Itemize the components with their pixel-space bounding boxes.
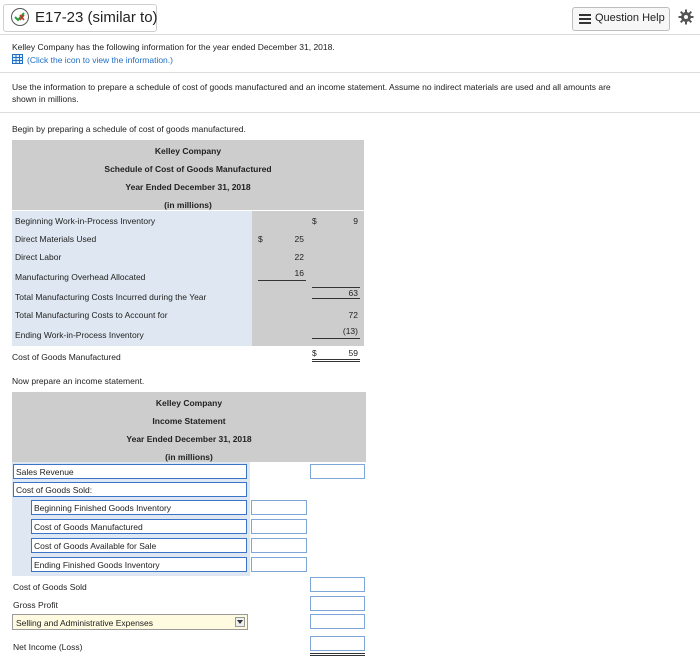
cogm-row-label: Total Manufacturing Costs to Account for bbox=[15, 310, 168, 320]
net-income-label: Net Income (Loss) bbox=[13, 642, 83, 652]
dollar-sign: $ bbox=[312, 216, 317, 226]
intro-text: Kelley Company has the following informa… bbox=[12, 42, 335, 52]
income-header: Kelley Company Income Statement Year End… bbox=[12, 392, 366, 462]
instructions-line-2: shown in millions. bbox=[12, 94, 79, 104]
sales-revenue-label-field[interactable]: Sales Revenue bbox=[13, 464, 247, 479]
cogs-input[interactable] bbox=[310, 577, 365, 592]
dollar-sign: $ bbox=[258, 234, 263, 244]
section-divider bbox=[0, 72, 700, 73]
end-fg-input[interactable] bbox=[251, 557, 307, 572]
sga-dropdown[interactable]: Selling and Administrative Expenses bbox=[12, 614, 248, 630]
list-icon bbox=[579, 14, 591, 24]
cogm-row-value: 63 bbox=[348, 288, 358, 298]
income-title: Income Statement bbox=[152, 416, 226, 426]
income-company: Kelley Company bbox=[155, 398, 223, 408]
cogm-row-value: 22 bbox=[294, 252, 304, 262]
beg-fg-field[interactable]: Beginning Finished Goods Inventory bbox=[31, 500, 247, 515]
cogm-company: Kelley Company bbox=[154, 146, 222, 156]
dollar-sign: $ bbox=[312, 348, 317, 358]
begin-text: Begin by preparing a schedule of cost of… bbox=[12, 124, 246, 134]
underline bbox=[312, 298, 360, 299]
title-box: E17-23 (similar to) bbox=[3, 4, 158, 32]
double-underline bbox=[310, 653, 365, 654]
net-income-input[interactable] bbox=[310, 636, 365, 651]
sales-revenue-input[interactable] bbox=[310, 464, 365, 479]
cogm-units: (in millions) bbox=[164, 200, 212, 210]
cogm-row-value: 72 bbox=[348, 310, 358, 320]
double-underline bbox=[310, 655, 365, 656]
cogm-row-value: (13) bbox=[342, 326, 358, 336]
cogm-row-label: Total Manufacturing Costs Incurred durin… bbox=[15, 292, 207, 302]
header-divider bbox=[0, 34, 700, 35]
end-fg-field[interactable]: Ending Finished Goods Inventory bbox=[31, 557, 247, 572]
cogm-row-value: 9 bbox=[353, 216, 358, 226]
cogm-row-value: 16 bbox=[294, 268, 304, 278]
cogm-row-label: Direct Labor bbox=[15, 252, 62, 262]
beg-fg-input[interactable] bbox=[251, 500, 307, 515]
now-text: Now prepare an income statement. bbox=[12, 376, 145, 386]
instructions-line-1: Use the information to prepare a schedul… bbox=[12, 82, 611, 92]
double-underline bbox=[312, 361, 360, 362]
question-help-button[interactable]: Question Help bbox=[572, 7, 670, 31]
cogm-field[interactable]: Cost of Goods Manufactured bbox=[31, 519, 247, 534]
table-icon[interactable] bbox=[12, 54, 23, 64]
page-title: E17-23 (similar to) bbox=[35, 9, 158, 26]
cogas-field[interactable]: Cost of Goods Available for Sale bbox=[31, 538, 247, 553]
cogm-row-label: Direct Materials Used bbox=[15, 234, 97, 244]
gross-profit-input[interactable] bbox=[310, 596, 365, 611]
section-divider bbox=[0, 112, 700, 113]
info-link[interactable]: (Click the icon to view the information.… bbox=[27, 55, 173, 65]
cogm-title: Schedule of Cost of Goods Manufactured bbox=[104, 164, 272, 174]
cogm-input[interactable] bbox=[251, 519, 307, 534]
cogm-header: Kelley Company Schedule of Cost of Goods… bbox=[12, 140, 364, 210]
question-help-label: Question Help bbox=[595, 12, 665, 24]
underline bbox=[258, 280, 306, 281]
underline bbox=[312, 338, 360, 339]
cogm-row-label: Manufacturing Overhead Allocated bbox=[15, 272, 146, 282]
cogs-label: Cost of Goods Sold bbox=[13, 582, 87, 592]
header-bar: E17-23 (similar to) Question Help bbox=[0, 0, 700, 36]
cogm-row-label: Beginning Work-in-Process Inventory bbox=[15, 216, 156, 226]
gross-profit-label: Gross Profit bbox=[13, 600, 58, 610]
partial-credit-icon bbox=[11, 8, 29, 26]
cogm-period: Year Ended December 31, 2018 bbox=[125, 182, 251, 192]
income-units: (in millions) bbox=[165, 452, 213, 462]
cogm-row-value: 25 bbox=[294, 234, 304, 244]
chevron-down-icon[interactable] bbox=[235, 617, 245, 627]
cogm-row-value: 59 bbox=[348, 348, 358, 358]
cogas-input[interactable] bbox=[251, 538, 307, 553]
cogs-header-field[interactable]: Cost of Goods Sold: bbox=[13, 482, 247, 497]
income-period: Year Ended December 31, 2018 bbox=[126, 434, 252, 444]
sga-input[interactable] bbox=[310, 614, 365, 629]
gear-icon[interactable] bbox=[678, 9, 694, 25]
cogm-row-label: Ending Work-in-Process Inventory bbox=[15, 330, 144, 340]
cogm-row-label: Cost of Goods Manufactured bbox=[12, 352, 121, 362]
double-underline bbox=[312, 359, 360, 360]
